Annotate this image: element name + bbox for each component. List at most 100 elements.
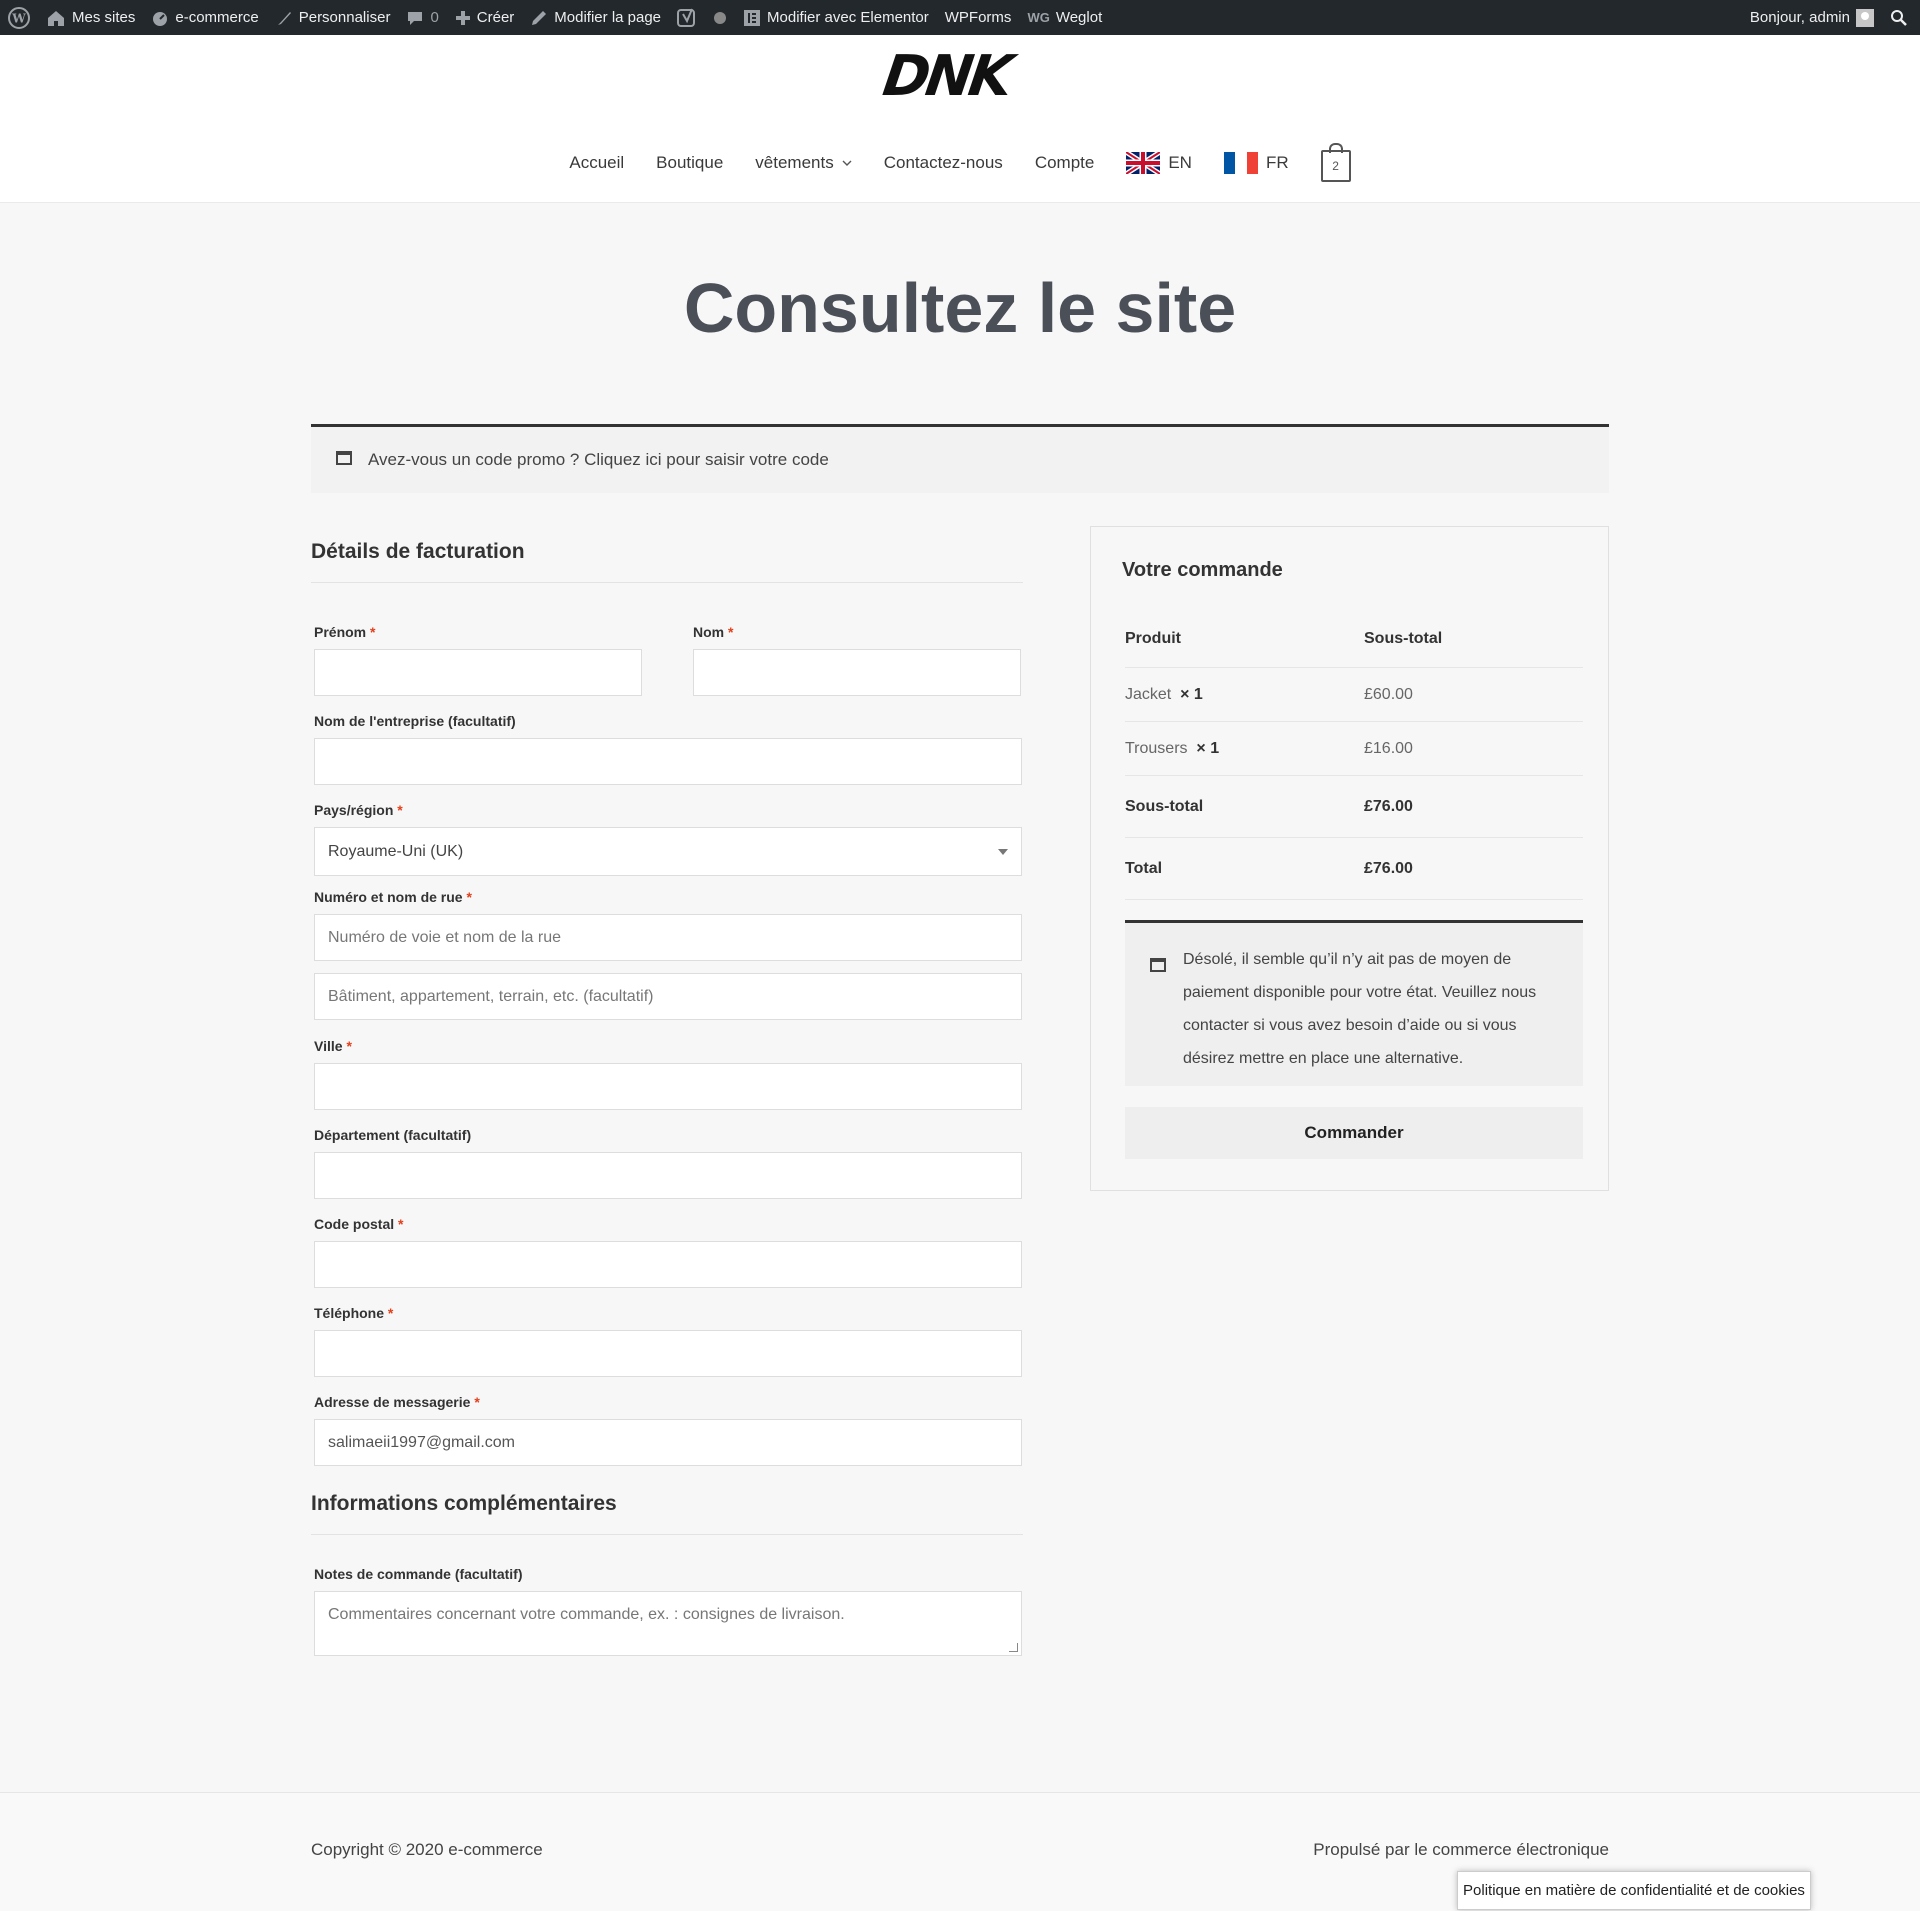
- col-subtotal: Sous-total: [1364, 629, 1443, 647]
- nav-item-boutique[interactable]: Boutique: [640, 153, 739, 173]
- phone-input[interactable]: [314, 1330, 1022, 1377]
- order-notes-textarea[interactable]: Commentaires concernant votre commande, …: [314, 1591, 1022, 1656]
- cart-count: 2: [1332, 159, 1339, 173]
- last-name-field: Nom *: [693, 624, 1021, 696]
- additional-heading: Informations complémentaires: [311, 1492, 1023, 1535]
- search-icon: [1891, 9, 1907, 26]
- resize-handle-icon[interactable]: [1009, 1643, 1018, 1652]
- nav-item-compte[interactable]: Compte: [1019, 153, 1111, 173]
- page-title: Consultez le site: [683, 269, 1237, 347]
- site-header: DNK Accueil Boutique vêtements Contactez…: [0, 35, 1920, 203]
- order-table-header: Produit Sous-total: [1125, 610, 1583, 668]
- total-label: Total: [1125, 859, 1163, 877]
- svg-text:W: W: [11, 11, 26, 25]
- admin-comments[interactable]: 0: [398, 0, 446, 35]
- yoast-icon: [677, 8, 696, 27]
- company-input[interactable]: [314, 738, 1022, 785]
- language-en[interactable]: EN: [1110, 152, 1208, 174]
- admin-wpforms[interactable]: WPForms: [937, 0, 1020, 35]
- subtotal-value: £76.00: [1364, 797, 1413, 815]
- email-value: salimaeii1997@gmail.com: [328, 1433, 515, 1451]
- state-field: Département (facultatif): [314, 1127, 1022, 1199]
- street-placeholder: Numéro de voie et nom de la rue: [328, 928, 562, 946]
- main-navigation: Accueil Boutique vêtements Contactez-nou…: [0, 133, 1920, 193]
- company-field: Nom de l'entreprise (facultatif): [314, 713, 1022, 785]
- admin-customize-label: Personnaliser: [298, 9, 391, 26]
- email-input[interactable]: salimaeii1997@gmail.com: [314, 1419, 1022, 1466]
- site-logo[interactable]: DNK: [876, 44, 1016, 109]
- admin-search[interactable]: [1882, 0, 1920, 35]
- billing-section: Détails de facturation: [311, 540, 1023, 583]
- payment-notice-text: Désolé, il semble qu’il n’y ait pas de m…: [1183, 951, 1537, 1067]
- nav-item-accueil[interactable]: Accueil: [553, 153, 640, 173]
- admin-account[interactable]: Bonjour, admin: [1742, 0, 1882, 35]
- admin-weglot-label: Weglot: [1055, 9, 1103, 26]
- country-label: Pays/région *: [314, 802, 403, 818]
- first-name-label: Prénom *: [314, 624, 376, 640]
- language-fr-label: FR: [1265, 153, 1289, 172]
- line-total: £60.00: [1364, 685, 1413, 703]
- admin-edit-page-label: Modifier la page: [554, 9, 662, 26]
- wordpress-logo-icon[interactable]: W: [0, 0, 38, 35]
- admin-edit-page[interactable]: Modifier la page: [522, 0, 669, 35]
- street-label: Numéro et nom de rue *: [314, 889, 472, 905]
- chevron-down-icon: [842, 160, 852, 166]
- street-input[interactable]: Numéro de voie et nom de la rue: [314, 914, 1022, 961]
- payment-notice: Désolé, il semble qu’il n’y ait pas de m…: [1125, 920, 1583, 1086]
- comment-icon: [408, 11, 423, 25]
- order-review: Votre commande Produit Sous-total Jacket…: [1090, 526, 1609, 1191]
- city-field: Ville *: [314, 1038, 1022, 1110]
- street2-input[interactable]: Bâtiment, appartement, terrain, etc. (fa…: [314, 973, 1022, 1020]
- elementor-icon: [744, 9, 761, 26]
- uk-flag-icon: [1126, 152, 1161, 174]
- place-order-button[interactable]: Commander: [1125, 1107, 1583, 1159]
- home-icon: [48, 10, 64, 26]
- street2-field: Bâtiment, appartement, terrain, etc. (fa…: [314, 973, 1022, 1020]
- coupon-notice[interactable]: Avez-vous un code promo ? Cliquez ici po…: [311, 424, 1609, 493]
- admin-site-name[interactable]: e-commerce: [143, 0, 266, 35]
- postcode-label: Code postal *: [314, 1216, 404, 1232]
- col-product: Produit: [1125, 629, 1181, 647]
- city-input[interactable]: [314, 1063, 1022, 1110]
- fr-flag-icon: [1223, 152, 1258, 174]
- admin-my-sites-label: Mes sites: [72, 9, 136, 26]
- admin-yoast[interactable]: [669, 0, 735, 35]
- state-input[interactable]: [314, 1152, 1022, 1199]
- admin-customize[interactable]: Personnaliser: [267, 0, 399, 35]
- nav-item-contactez-nous[interactable]: Contactez-nous: [868, 153, 1019, 173]
- admin-bar: W Mes sites e-commerce Personnaliser 0 C…: [0, 0, 1920, 35]
- admin-new[interactable]: Créer: [447, 0, 523, 35]
- admin-weglot[interactable]: WG Weglot: [1019, 0, 1110, 35]
- total-value: £76.00: [1364, 859, 1413, 877]
- cart-icon: 2: [1320, 143, 1351, 182]
- cart-button[interactable]: 2: [1305, 143, 1367, 182]
- postcode-input[interactable]: [314, 1241, 1022, 1288]
- city-label: Ville *: [314, 1038, 352, 1054]
- street2-placeholder: Bâtiment, appartement, terrain, etc. (fa…: [328, 987, 654, 1005]
- table-row: Trousers × 1 £16.00: [1125, 722, 1583, 776]
- cookie-policy-link[interactable]: Politique en matière de confidentialité …: [1457, 1871, 1811, 1910]
- country-select-value: Royaume-Uni (UK): [328, 842, 464, 860]
- last-name-input[interactable]: [693, 649, 1021, 696]
- phone-label: Téléphone *: [314, 1305, 394, 1321]
- order-table: Produit Sous-total Jacket × 1 £60.00 Tro…: [1125, 610, 1583, 900]
- admin-my-sites[interactable]: Mes sites: [38, 0, 143, 35]
- order-notes-field: Notes de commande (facultatif) Commentai…: [314, 1566, 1022, 1656]
- country-field: Pays/région * Royaume-Uni (UK): [314, 802, 1022, 876]
- language-fr[interactable]: FR: [1208, 152, 1305, 174]
- line-total: £16.00: [1364, 739, 1413, 757]
- table-row: Jacket × 1 £60.00: [1125, 668, 1583, 722]
- admin-site-name-label: e-commerce: [175, 9, 259, 26]
- nav-item-vetements-label: vêtements: [755, 153, 834, 172]
- coupon-notice-text[interactable]: Avez-vous un code promo ? Cliquez ici po…: [368, 450, 829, 470]
- footer-powered-by[interactable]: Propulsé par le commerce électronique: [1313, 1840, 1609, 1860]
- window-icon: [336, 450, 352, 470]
- country-select[interactable]: Royaume-Uni (UK): [314, 827, 1022, 876]
- subtotal-row: Sous-total £76.00: [1125, 776, 1583, 838]
- first-name-input[interactable]: [314, 649, 642, 696]
- dashboard-icon: [153, 11, 168, 26]
- admin-elementor[interactable]: Modifier avec Elementor: [735, 0, 937, 35]
- nav-item-vetements[interactable]: vêtements: [739, 153, 867, 173]
- email-label: Adresse de messagerie *: [314, 1394, 480, 1410]
- admin-comments-count: 0: [430, 9, 439, 26]
